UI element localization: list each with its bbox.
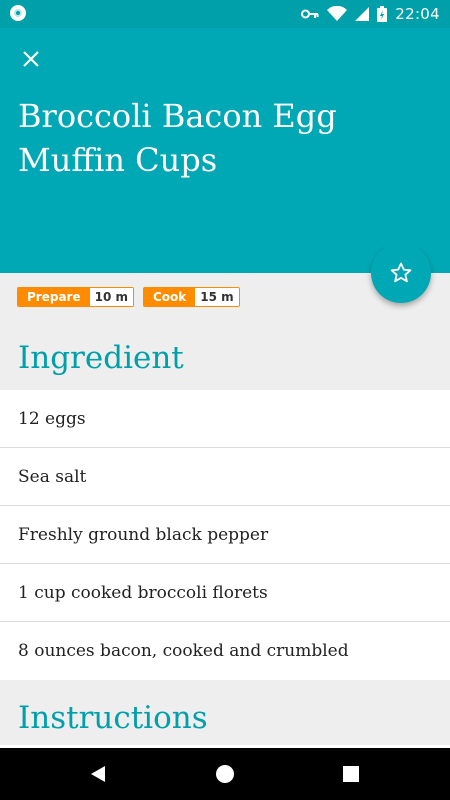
navigation-bar (0, 748, 450, 800)
time-badges: Prepare 10 m Cook 15 m (17, 287, 240, 307)
notification-icon (10, 5, 26, 21)
recipe-title: Broccoli Bacon Egg Muffin Cups (18, 97, 337, 179)
key-icon (301, 9, 319, 19)
recents-button[interactable] (321, 748, 381, 800)
wifi-icon (327, 6, 348, 21)
back-triangle-icon (91, 766, 105, 782)
close-icon (23, 51, 39, 67)
cook-time-badge: Cook 15 m (143, 287, 240, 307)
badge-value: 15 m (195, 288, 239, 306)
ingredient-item: Sea salt (0, 448, 450, 506)
badge-label: Prepare (18, 288, 90, 306)
home-circle-icon (216, 765, 234, 783)
prepare-time-badge: Prepare 10 m (17, 287, 134, 307)
badge-value: 10 m (89, 288, 133, 306)
recents-square-icon (343, 766, 359, 782)
ingredient-heading: Ingredient (18, 340, 184, 376)
status-icons: 22:04 (301, 5, 440, 23)
home-button[interactable] (195, 748, 255, 800)
star-outline-icon (390, 262, 412, 283)
badge-label: Cook (144, 288, 196, 306)
back-button[interactable] (68, 748, 128, 800)
battery-icon (377, 6, 388, 22)
ingredient-item: 1 cup cooked broccoli florets (0, 564, 450, 622)
signal-icon (355, 7, 370, 21)
clock: 22:04 (395, 5, 440, 23)
ingredient-item: 12 eggs (0, 390, 450, 448)
ingredient-item: 8 ounces bacon, cooked and crumbled (18, 641, 349, 661)
ingredient-list: 12 eggs Sea salt Freshly ground black pe… (0, 390, 450, 680)
recipe-header: Broccoli Bacon Egg Muffin Cups (0, 28, 450, 273)
instructions-heading: Instructions (18, 700, 208, 736)
status-bar: 22:04 (0, 0, 450, 28)
close-button[interactable] (14, 42, 48, 76)
ingredient-item: Freshly ground black pepper (0, 506, 450, 564)
favorite-button[interactable] (371, 243, 431, 303)
